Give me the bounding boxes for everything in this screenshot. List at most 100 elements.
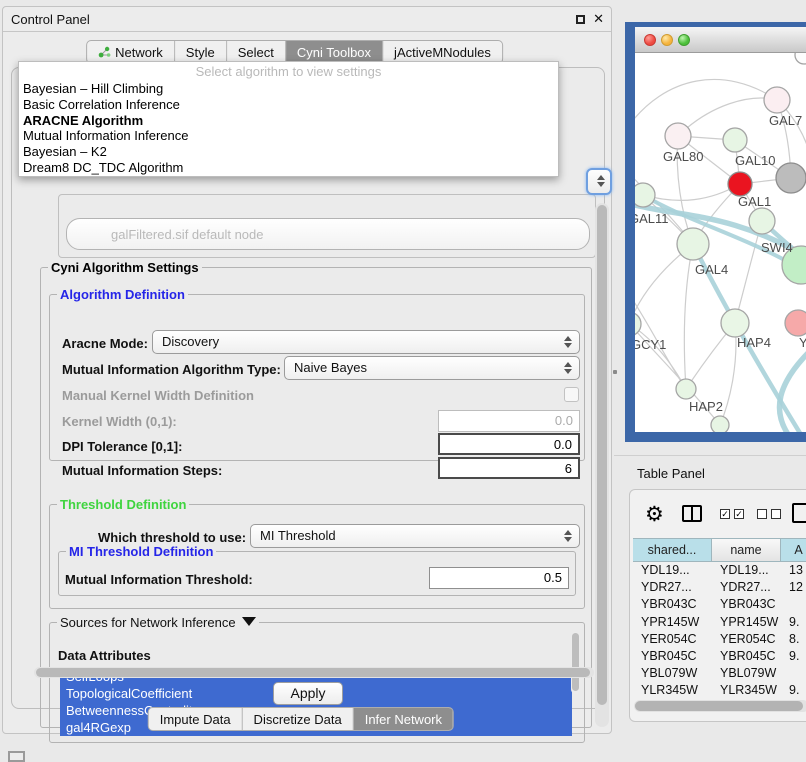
dropdown-option[interactable]: Bayesian – K2 <box>19 144 558 160</box>
table-row[interactable]: YDR27...YDR27...12 <box>633 579 806 596</box>
network-node[interactable] <box>635 183 655 207</box>
table-cell: 8. <box>781 631 806 648</box>
mi-steps-label: Mutual Information Steps: <box>62 463 222 478</box>
network-node[interactable] <box>749 208 775 234</box>
manual-kernel-width-label: Manual Kernel Width Definition <box>62 388 254 403</box>
stepper-arrows-icon <box>564 335 572 349</box>
cyni-algorithm-settings-group: Cyni Algorithm Settings Algorithm Defini… <box>40 260 592 728</box>
tab-cyni-toolbox[interactable]: Cyni Toolbox <box>286 41 383 63</box>
network-node[interactable] <box>665 123 691 149</box>
node-label: GAL7 <box>769 113 802 128</box>
network-node[interactable] <box>776 163 806 193</box>
unchecked-checkbox-icon[interactable] <box>757 509 767 519</box>
dropdown-option[interactable]: Dream8 DC_TDC Algorithm <box>19 160 558 176</box>
apply-button[interactable]: Apply <box>273 682 343 705</box>
zoom-traffic-light-icon[interactable] <box>678 34 690 46</box>
tab-jactivemnodules[interactable]: jActiveMNodules <box>383 41 502 63</box>
close-icon[interactable]: ✕ <box>593 11 604 27</box>
algorithm-dropdown-popup: Select algorithm to view settings Bayesi… <box>18 61 559 177</box>
table-row[interactable]: YPR145WYPR145W9. <box>633 614 806 631</box>
tab-impute-data[interactable]: Impute Data <box>149 708 243 730</box>
network-node[interactable] <box>785 310 806 336</box>
aracne-mode-label: Aracne Mode: <box>62 336 148 351</box>
network-edges <box>635 79 806 432</box>
mi-algorithm-type-label: Mutual Information Algorithm Type: <box>62 362 281 377</box>
network-titlebar[interactable] <box>635 27 806 53</box>
network-node[interactable] <box>723 128 747 152</box>
tab-infer-network[interactable]: Infer Network <box>354 708 453 730</box>
mi-threshold-definition-group: MI Threshold Definition Mutual Informati… <box>58 544 576 596</box>
table-cell: 9. <box>781 648 806 665</box>
mi-threshold-field[interactable]: 0.5 <box>429 567 569 589</box>
dropdown-option[interactable]: Bayesian – Hill Climbing <box>19 81 558 97</box>
network-view-window: GAL7GAL80GAL10GAL1GAL11SWI4GAL4GCY1HAP4Y… <box>625 22 806 442</box>
table-row[interactable]: YBL079WYBL079W <box>633 665 806 682</box>
table-row[interactable]: YER054CYER054C8. <box>633 631 806 648</box>
close-traffic-light-icon[interactable] <box>644 34 656 46</box>
network-node[interactable] <box>721 309 749 337</box>
node-label: GAL4 <box>695 262 728 277</box>
columns-icon[interactable] <box>682 505 702 522</box>
document-icon[interactable] <box>792 503 806 523</box>
dpi-tolerance-field[interactable]: 0.0 <box>438 433 580 455</box>
checked-checkbox-icon[interactable]: ✓ <box>720 509 730 519</box>
tab-discretize-data[interactable]: Discretize Data <box>243 708 354 730</box>
tab-select[interactable]: Select <box>227 41 286 63</box>
stepper-arrows-icon <box>597 174 605 188</box>
threshold-definition-group: Threshold Definition Which threshold to … <box>49 497 585 609</box>
table-row[interactable]: YBR045CYBR045C9. <box>633 648 806 665</box>
table-cell: YDL19... <box>712 562 781 579</box>
table-panel-title: Table Panel <box>637 466 705 481</box>
network-node-labels: GAL7GAL80GAL10GAL1GAL11SWI4GAL4GCY1HAP4Y… <box>635 113 806 414</box>
unchecked-checkbox-icon[interactable] <box>771 509 781 519</box>
settings-vertical-scrollbar[interactable] <box>595 203 609 727</box>
mi-algorithm-type-dropdown[interactable]: Naive Bayes <box>284 356 580 380</box>
table-cell: 9. <box>781 682 806 699</box>
tab-style[interactable]: Style <box>175 41 227 63</box>
dropdown-option[interactable]: Basic Correlation Inference <box>19 97 558 113</box>
table-horizontal-scrollbar[interactable] <box>634 700 806 712</box>
table-row[interactable]: YLR345WYLR345W9. <box>633 682 806 699</box>
dropdown-option[interactable]: ARACNE Algorithm <box>19 113 558 129</box>
algorithm-definition-title: Algorithm Definition <box>57 287 188 302</box>
mi-steps-field[interactable]: 6 <box>438 457 580 479</box>
table-cell: YER054C <box>712 631 781 648</box>
column-header-3[interactable]: A <box>781 539 806 561</box>
table-cell: 9. <box>781 614 806 631</box>
panel-splitter-handle[interactable] <box>613 370 617 374</box>
table-row[interactable]: YDL19...YDL19...13 <box>633 562 806 579</box>
node-label: GCY1 <box>635 337 666 352</box>
network-node[interactable] <box>728 172 752 196</box>
column-header-1[interactable]: shared... <box>633 539 712 561</box>
algorithm-dropdown-stepper[interactable] <box>586 168 612 195</box>
kernel-width-label: Kernel Width (0,1): <box>62 414 177 429</box>
manual-kernel-width-checkbox[interactable] <box>564 387 579 402</box>
sources-toggle[interactable]: Sources for Network Inference <box>57 615 259 630</box>
network-node[interactable] <box>711 416 729 432</box>
network-node[interactable] <box>677 228 709 260</box>
table-row[interactable]: YBR043CYBR043C <box>633 596 806 613</box>
attributes-scrollbar[interactable] <box>571 632 580 694</box>
table-cell: YPR145W <box>633 614 712 631</box>
node-label: GAL80 <box>663 149 703 164</box>
node-table: shared...nameA YDL19...YDL19...13YDR27..… <box>633 538 806 717</box>
table-cell: YDR27... <box>633 579 712 596</box>
minimize-traffic-light-icon[interactable] <box>661 34 673 46</box>
table-select-dropdown[interactable]: galFiltered.sif default node <box>66 218 590 250</box>
aracne-mode-dropdown[interactable]: Discovery <box>152 330 580 354</box>
column-header-2[interactable]: name <box>712 539 781 561</box>
settings-horizontal-scrollbar[interactable] <box>34 667 594 678</box>
dropdown-option[interactable]: Mutual Information Inference <box>19 128 558 144</box>
kernel-width-field[interactable]: 0.0 <box>438 410 580 432</box>
network-canvas[interactable]: GAL7GAL80GAL10GAL1GAL11SWI4GAL4GCY1HAP4Y… <box>635 53 806 432</box>
float-window-icon[interactable] <box>576 15 585 24</box>
network-node[interactable] <box>764 87 790 113</box>
table-panel: ⚙ ✓ ✓ shared...nameA YDL19...YDL19...13Y… <box>629 489 806 722</box>
network-node[interactable] <box>635 312 641 336</box>
network-node[interactable] <box>795 53 806 64</box>
cyni-bottom-tabbar: Impute DataDiscretize DataInfer Network <box>148 707 454 731</box>
tab-network[interactable]: Network <box>87 41 175 63</box>
checked-checkbox-icon[interactable]: ✓ <box>734 509 744 519</box>
gear-icon[interactable]: ⚙ <box>645 502 664 527</box>
network-node[interactable] <box>676 379 696 399</box>
